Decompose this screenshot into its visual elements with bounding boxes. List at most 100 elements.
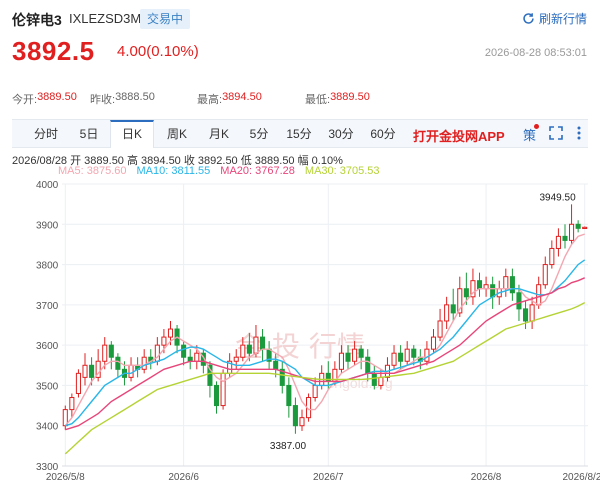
candle-body	[463, 288, 469, 298]
quote-stats: 今开: 3889.50 昨收: 3888.50 最高: 3894.50 最低: …	[12, 91, 370, 107]
more-button[interactable]	[576, 125, 582, 144]
stat-open: 今开: 3889.50	[12, 91, 90, 107]
y-tick-label: 3500	[36, 381, 59, 392]
stat-label: 最低:	[305, 94, 331, 106]
high-label: 3949.50	[539, 192, 576, 203]
candle-body	[529, 304, 535, 322]
refresh-button[interactable]: 刷新行情	[522, 10, 587, 27]
candle-body	[562, 235, 568, 241]
candle-body	[325, 372, 331, 382]
y-tick-label: 3900	[36, 220, 59, 231]
stat-low: 最低: 3889.50	[305, 91, 370, 107]
candle-body	[555, 235, 561, 249]
y-axis: 33003400350036003700380039004000	[36, 180, 59, 473]
candle-body	[345, 352, 351, 362]
x-tick-label: 2026/5/8	[46, 472, 85, 483]
candle-body	[542, 264, 548, 286]
tab-weekly-k[interactable]: 周K	[156, 120, 198, 148]
tab-daily-k[interactable]: 日K	[110, 120, 154, 148]
period-tabbar: 分时 5日 日K 周K 月K 5分 15分 30分 60分 打开金投网APP 策	[12, 119, 588, 148]
candle-body	[115, 356, 121, 370]
refresh-label: 刷新行情	[538, 12, 587, 26]
candle-body	[253, 336, 259, 354]
tab-60min[interactable]: 60分	[362, 120, 404, 148]
candle-body	[575, 223, 581, 229]
candle-body	[352, 348, 358, 362]
strategy-label: 策	[523, 128, 537, 143]
kline-chart[interactable]: 金 投 行情 cngold.org 3300340035003600370038…	[0, 176, 600, 485]
tab-5min[interactable]: 5分	[240, 120, 278, 148]
candle-body	[108, 344, 114, 358]
candle-body	[509, 276, 515, 294]
stat-value: 3889.50	[330, 91, 370, 103]
candle-body	[365, 356, 371, 374]
candle-body	[273, 360, 279, 370]
stat-label: 今开:	[12, 94, 38, 106]
y-tick-label: 3600	[36, 341, 59, 352]
last-price: 3892.5	[12, 36, 95, 66]
candle-body	[450, 304, 456, 314]
candle-body	[128, 364, 134, 378]
open-app-link[interactable]: 打开金投网APP	[413, 126, 505, 145]
candle-body	[371, 372, 377, 386]
chart-grid	[62, 183, 588, 467]
instrument-code: IXLEZSD3M	[69, 11, 142, 26]
candle-body	[404, 348, 410, 362]
fullscreen-button[interactable]	[549, 126, 563, 143]
candle-body	[141, 356, 147, 370]
stat-high: 最高: 3894.50	[197, 91, 305, 107]
candle-body	[358, 348, 364, 358]
trading-status-badge: 交易中	[140, 9, 191, 29]
candle-body	[411, 348, 417, 358]
y-tick-label: 3800	[36, 261, 59, 272]
more-icon	[577, 126, 581, 140]
tab-5day[interactable]: 5日	[70, 120, 108, 148]
candle-body	[286, 384, 292, 407]
stat-label: 昨收:	[90, 94, 116, 106]
x-tick-label: 2026/6	[168, 472, 199, 483]
candle-body	[75, 372, 81, 394]
candle-body	[549, 247, 555, 266]
y-tick-label: 3400	[36, 422, 59, 433]
stat-value: 3888.50	[115, 91, 155, 103]
candle-body	[437, 320, 443, 338]
y-tick-label: 3700	[36, 301, 59, 312]
candle-body	[233, 356, 239, 362]
tab-monthly-k[interactable]: 月K	[198, 120, 240, 148]
candle-body	[569, 223, 575, 241]
tab-30min[interactable]: 30分	[320, 120, 362, 148]
stat-value: 3894.50	[222, 91, 262, 103]
candle-body	[69, 397, 75, 411]
tab-intraday[interactable]: 分时	[22, 120, 70, 148]
strategy-button[interactable]: 策	[523, 124, 540, 144]
x-tick-label: 2026/7	[313, 472, 344, 483]
candle-body	[213, 384, 220, 407]
candle-body	[503, 276, 509, 290]
candle-body	[259, 336, 266, 350]
candle-body	[246, 344, 252, 354]
low-label: 3387.00	[270, 441, 307, 452]
candle-body	[338, 352, 344, 370]
candle-body	[476, 280, 483, 290]
candle-body	[516, 292, 522, 310]
refresh-icon	[523, 13, 534, 24]
candle-body	[220, 372, 226, 407]
candle-body	[82, 364, 88, 378]
candle-body	[424, 348, 430, 362]
candle-body	[522, 308, 529, 322]
candle-body	[89, 364, 95, 378]
stat-prev-close: 昨收: 3888.50	[90, 91, 197, 107]
tab-15min[interactable]: 15分	[278, 120, 320, 148]
x-axis: 2026/5/8 2026/6 2026/7 2026/8 2026/8/28	[46, 472, 600, 483]
y-tick-label: 4000	[36, 180, 59, 191]
candle-body	[582, 226, 588, 230]
candle-body	[167, 328, 174, 338]
candle-body	[430, 336, 437, 350]
candle-body	[194, 352, 200, 362]
candle-body	[299, 417, 305, 427]
candle-body	[490, 284, 496, 298]
candle-body	[312, 384, 318, 399]
notification-dot	[534, 124, 540, 129]
stat-value: 3889.50	[37, 91, 77, 103]
quote-header: 伦锌电3 IXLEZSD3M 交易中 刷新行情	[0, 0, 600, 34]
